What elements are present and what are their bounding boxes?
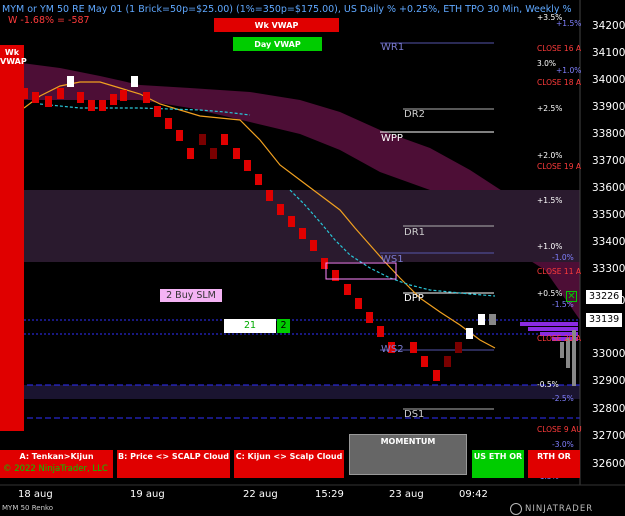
last-price-box: 33139 — [586, 313, 623, 327]
price-tick: 32600 — [592, 458, 625, 470]
order-price-box: 33226 — [586, 290, 623, 304]
close-label: CLOSE 18 A — [537, 78, 581, 87]
chart-title: MYM or YM 50 RE May 01 (1 Brick=50p=$25.… — [2, 4, 572, 15]
zone-lower — [14, 385, 580, 399]
instrument-label: MYM 50 Renko — [2, 504, 54, 512]
close-label: CLOSE 9 AU — [537, 425, 582, 434]
price-tick: 33500 — [592, 209, 625, 221]
price-tick: 33000 — [592, 348, 625, 360]
price-tick: 32800 — [592, 403, 625, 415]
pivot-label-dpp: DPP — [404, 293, 424, 304]
wk-vwap-tab-line1: Wk — [4, 48, 20, 57]
price-tick: 32700 — [592, 430, 625, 442]
close-label: CLOSE 16 A — [537, 44, 581, 53]
price-tick: 33300 — [592, 263, 625, 275]
ninja-icon — [510, 503, 522, 515]
time-tick: 22 aug — [243, 489, 278, 500]
close-label: CLOSE 19 A — [537, 162, 581, 171]
percent-label: 3.0% — [537, 59, 557, 68]
time-tick: 19 aug — [130, 489, 165, 500]
price-tick: 33900 — [592, 101, 625, 113]
weekly-change: W -1.68% = -587 — [8, 15, 90, 26]
pivot-label-ws1: WS1 — [381, 254, 404, 265]
price-tick: 33600 — [592, 182, 625, 194]
time-tick: 23 aug — [389, 489, 424, 500]
order-quantity-badge[interactable]: 2 — [277, 319, 290, 333]
close-label: CLOSE 11 A — [537, 267, 581, 276]
kijun-scalp-button[interactable]: C: Kijun <> Scalp Cloud — [234, 450, 344, 478]
time-tick: 15:29 — [315, 489, 344, 500]
pivot-label-dr2: DR2 — [404, 109, 426, 120]
price-tick: 32900 — [592, 375, 625, 387]
price-tick: 34000 — [592, 74, 625, 86]
percent-label: -0.5% — [537, 380, 559, 389]
rth-or-button[interactable]: RTH OR — [528, 450, 580, 478]
price-tick: 33400 — [592, 236, 625, 248]
ninjatrader-logo: NINJATRADER — [510, 503, 593, 515]
percent-label: +2.5% — [537, 104, 563, 113]
copyright-text: © 2022 NinjaTrader, LLC — [3, 464, 108, 474]
day-vwap-button[interactable]: Day VWAP — [233, 37, 322, 51]
order-mark-icon[interactable]: ✕ — [566, 291, 577, 302]
percent-label: +0.5% — [537, 289, 563, 298]
renko-chart[interactable] — [0, 0, 625, 516]
percent-label: +1.0% — [556, 66, 582, 75]
wk-vwap-tab-line2: VWAP — [0, 57, 27, 66]
wk-vwap-tab[interactable]: Wk VWAP — [0, 45, 27, 431]
brand-text: NINJATRADER — [525, 504, 594, 514]
price-tick: 33700 — [592, 155, 625, 167]
pivot-label-ws2: WS2 — [381, 344, 404, 355]
pivot-label-ds1: DS1 — [404, 409, 425, 420]
pivot-label-dr1: DR1 — [404, 227, 426, 238]
pivot-label-wr1: WR1 — [381, 42, 405, 53]
momentum-button[interactable]: MOMENTUM — [349, 434, 467, 475]
percent-label: +1.5% — [537, 196, 563, 205]
percent-label: -3.0% — [552, 440, 574, 449]
order-quantity-field[interactable]: 21 — [224, 319, 276, 333]
price-scalp-button[interactable]: B: Price <> SCALP Cloud — [117, 450, 230, 478]
percent-label: +1.5% — [556, 19, 582, 28]
buy-order-label[interactable]: 2 Buy SLM — [160, 289, 222, 302]
zone-upper — [14, 190, 580, 262]
percent-label: -1.0% — [552, 253, 574, 262]
close-label: CLOSE 20 A — [537, 334, 581, 343]
wk-vwap-button[interactable]: Wk VWAP — [214, 18, 339, 32]
time-tick: 09:42 — [459, 489, 488, 500]
pivot-label-wpp: WPP — [381, 133, 403, 144]
percent-label: +1.0% — [537, 242, 563, 251]
us-eth-or-button[interactable]: US ETH OR — [472, 450, 524, 478]
time-tick: 18 aug — [18, 489, 53, 500]
percent-label: -2.5% — [552, 394, 574, 403]
percent-label: +2.0% — [537, 151, 563, 160]
price-tick: 34100 — [592, 47, 625, 59]
price-tick: 34200 — [592, 20, 625, 32]
price-tick: 33800 — [592, 128, 625, 140]
